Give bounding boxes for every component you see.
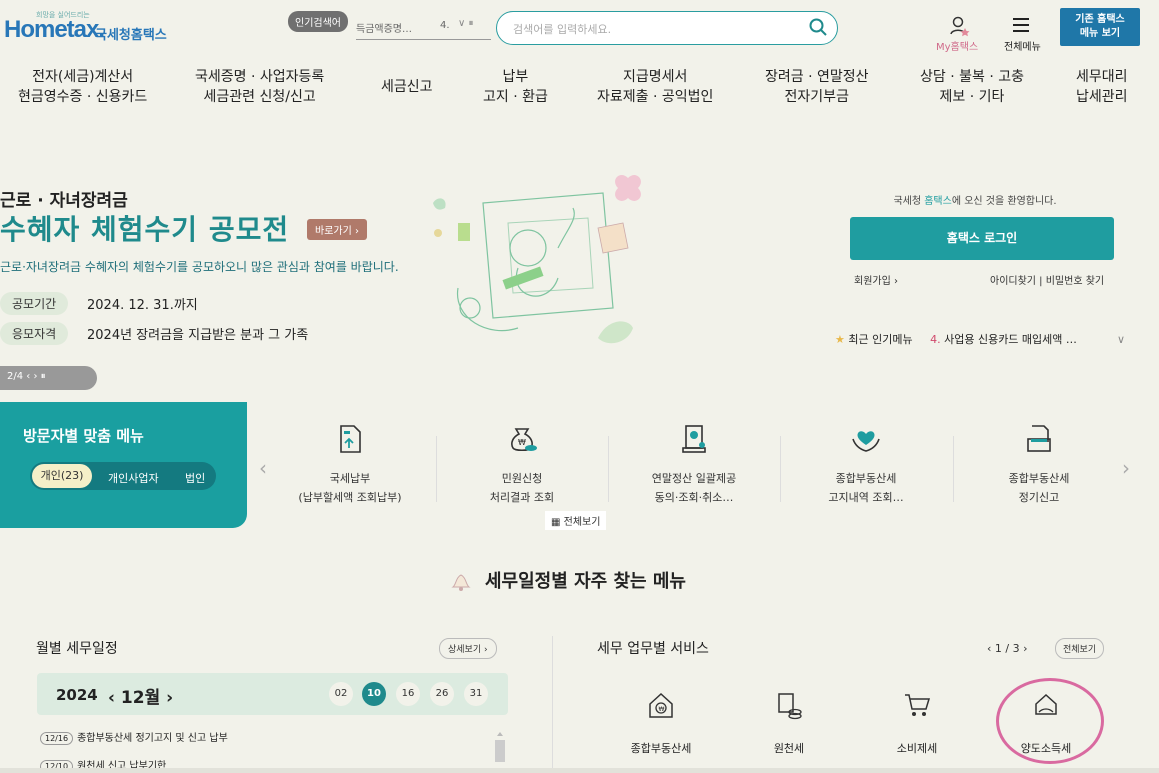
service-year-end[interactable]: 연말정산 일괄제공 동의·조회·취소… <box>608 421 780 507</box>
gnb-tax-report[interactable]: 세금신고 <box>381 77 433 97</box>
my-hometax-label[interactable]: My홈택스 <box>936 38 978 53</box>
gnb-tax-certificate[interactable]: 국세증명 · 사업자등록 세금관련 신청/신고 <box>195 67 324 107</box>
promo-illustration <box>433 175 641 344</box>
my-hometax-icon[interactable] <box>949 15 971 37</box>
all-menu-label[interactable]: 전체메뉴 <box>1004 38 1041 53</box>
service-property-tax-notice[interactable]: 종합부동산세 고지내역 조회… <box>780 421 952 507</box>
service-civil-request[interactable]: ₩ 민원신청 처리결과 조회 <box>436 421 608 507</box>
popular-search-rank: 4. <box>440 20 450 31</box>
logo-name: 국세청홈택스 <box>95 28 167 43</box>
tab-corporation[interactable]: 법인 <box>185 470 205 486</box>
calendar-day[interactable]: 31 <box>464 682 488 706</box>
popular-menu-item[interactable]: 사업용 신용카드 매입세액 … <box>944 333 1077 346</box>
calendar-day[interactable]: 16 <box>396 682 420 706</box>
popular-search-badge: 인기검색어 <box>288 11 348 32</box>
recent-popular-menu[interactable]: ★ 최근 인기메뉴 4. 사업용 신용카드 매입세액 … <box>835 331 1077 347</box>
period-tag: 공모기간 <box>0 292 69 315</box>
schedule-section-title: 세무일정별 자주 찾는 메뉴 <box>485 571 686 592</box>
document-seal-icon <box>682 425 706 453</box>
promo-title: 수혜자 체험수기 공모전 <box>0 213 290 246</box>
tab-personal[interactable]: 개인(23) <box>32 464 92 488</box>
detail-view-button[interactable]: 상세보기 › <box>439 638 497 659</box>
hometax-logo[interactable]: Hometax. <box>4 16 105 44</box>
section-divider <box>552 636 553 773</box>
old-hometax-menu-button[interactable]: 기존 홈택스 메뉴 보기 <box>1060 8 1140 46</box>
biz-consumption-tax[interactable]: 소비제세 <box>867 690 967 756</box>
login-button[interactable]: 홈택스 로그인 <box>850 217 1114 260</box>
biz-label: 종합부동산세 <box>630 742 692 755</box>
service-label: 종합부동산세 고지내역 조회… <box>828 472 904 504</box>
promo-pager[interactable]: 2/4 ‹ › ⏸ <box>0 366 97 390</box>
shopping-cart-icon <box>905 694 931 716</box>
schedule-event[interactable]: 12/16 종합부동산세 정기고지 및 신고 납부 <box>40 729 228 745</box>
biz-label: 원천세 <box>773 742 805 755</box>
event-date: 12/16 <box>40 732 74 745</box>
gnb-consult[interactable]: 상담 · 불복 · 고충 제보 · 기타 <box>920 67 1024 107</box>
calendar-year: 2024 <box>56 686 98 704</box>
schedule-scrollbar[interactable] <box>494 731 506 763</box>
qualification-value: 2024년 장려금을 지급받은 분과 그 가족 <box>87 328 309 343</box>
tab-business[interactable]: 개인사업자 <box>108 470 159 486</box>
service-property-tax-report[interactable]: 종합부동산세 정기신고 <box>953 421 1125 507</box>
chevron-down-icon[interactable]: ∨ <box>1117 333 1125 346</box>
biz-label: 소비제세 <box>896 742 938 755</box>
service-label: 종합부동산세 정기신고 <box>1008 472 1070 504</box>
join-link[interactable]: 회원가입 › <box>854 272 898 287</box>
biz-withholding-tax[interactable]: 원천세 <box>739 690 839 756</box>
bottom-edge <box>0 768 1159 773</box>
event-title: 종합부동산세 정기고지 및 신고 납부 <box>77 733 228 744</box>
highlight-circle-annotation <box>996 678 1104 764</box>
welcome-message: 국세청 홈택스에 오신 것을 환영합니다. <box>893 196 1057 207</box>
search-input[interactable]: 검색어를 입력하세요. <box>513 21 611 37</box>
monthly-schedule-title: 월별 세무일정 <box>36 641 118 657</box>
popular-search-controls[interactable]: ∨ ⏸ <box>458 18 474 29</box>
gnb-e-invoice[interactable]: 전자(세금)계산서 현금영수증 · 신용카드 <box>18 67 147 107</box>
period-value: 2024. 12. 31.까지 <box>87 298 198 313</box>
bell-icon <box>451 574 471 591</box>
popular-menu-label: 최근 인기메뉴 <box>848 333 913 346</box>
business-pager[interactable]: ‹ 1 / 3 › <box>987 642 1028 655</box>
search-icon[interactable] <box>808 17 828 37</box>
heart-hands-icon <box>852 431 880 452</box>
house-coin-icon: ₩ <box>649 692 673 718</box>
gnb-statement[interactable]: 지급명세서 자료제출 · 공익법인 <box>597 67 713 107</box>
gnb-agent[interactable]: 세무대리 납세관리 <box>1076 67 1128 107</box>
visitor-menu-title: 방문자별 맞춤 메뉴 <box>23 427 144 445</box>
hamburger-menu-icon[interactable] <box>1012 17 1030 33</box>
money-bag-icon: ₩ <box>511 428 537 452</box>
grid-icon: ▦ <box>551 517 561 528</box>
find-account-links[interactable]: 아이디찾기 | 비밀번호 찾기 <box>990 272 1104 287</box>
folder-document-icon <box>1027 425 1051 452</box>
promo-description: 근로·자녀장려금 수혜자의 체험수기를 공모하오니 많은 관심과 참여를 바랍니… <box>0 260 399 274</box>
calendar-day-selected[interactable]: 10 <box>362 682 386 706</box>
view-all-label: 전체보기 <box>563 517 601 528</box>
biz-comprehensive-property-tax[interactable]: ₩ 종합부동산세 <box>611 690 711 756</box>
svg-text:₩: ₩ <box>659 706 665 713</box>
svg-text:₩: ₩ <box>518 438 526 447</box>
business-services-title: 세무 업무별 서비스 <box>597 641 709 657</box>
popular-menu-rank: 4. <box>930 333 941 346</box>
star-icon: ★ <box>835 333 845 346</box>
qualification-tag: 응모자격 <box>0 322 69 345</box>
service-label: 민원신청 처리결과 조회 <box>489 472 555 504</box>
logo-text: Hometax. <box>4 16 105 43</box>
service-label: 연말정산 일괄제공 동의·조회·취소… <box>651 472 737 504</box>
calendar-day[interactable]: 02 <box>329 682 353 706</box>
logo-slogan: 희망을 실어드리는 <box>36 11 90 19</box>
document-upload-icon <box>340 425 361 453</box>
business-view-all-button[interactable]: 전체보기 <box>1055 638 1105 659</box>
service-label: 국세납부 (납부할세액 조회납부) <box>298 472 402 504</box>
service-tax-payment[interactable]: 국세납부 (납부할세액 조회납부) <box>264 421 436 507</box>
gnb-incentive[interactable]: 장려금 · 연말정산 전자기부금 <box>765 67 869 107</box>
promo-go-button[interactable]: 바로가기 › <box>307 219 367 240</box>
gnb-payment[interactable]: 납부 고지 · 환급 <box>483 67 548 107</box>
view-all-button[interactable]: ▦ 전체보기 <box>545 511 607 530</box>
calendar-month-selector[interactable]: ‹ 12월 › <box>108 683 173 708</box>
calendar-day[interactable]: 26 <box>430 682 454 706</box>
coins-document-icon <box>778 693 802 720</box>
